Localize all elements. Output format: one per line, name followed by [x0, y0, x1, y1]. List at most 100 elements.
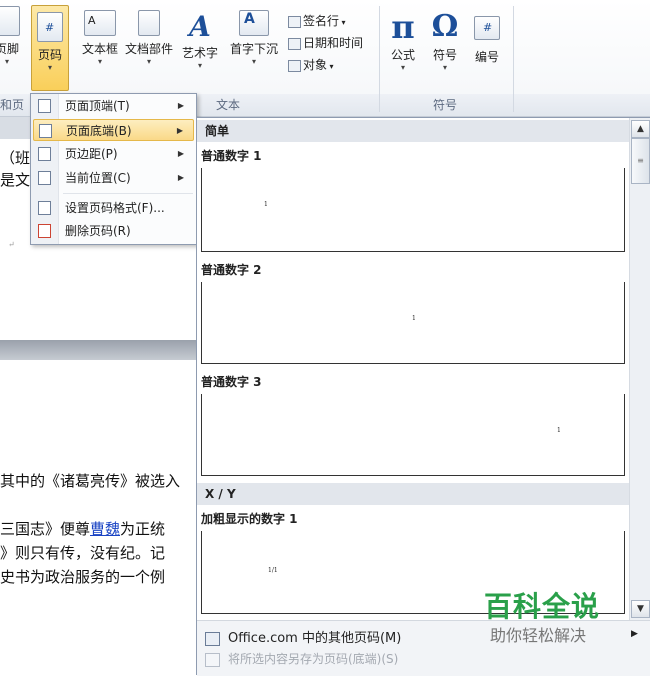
menu-divider: [63, 193, 193, 194]
chevron-down-icon: ▾: [400, 63, 405, 72]
scroll-thumb[interactable]: ≡: [631, 138, 650, 184]
symbol-label: 符号: [432, 48, 457, 62]
page-number-sample: 1/1: [268, 567, 278, 574]
text-box-icon: A: [84, 10, 116, 36]
doc-line: 史书为政治服务的一个例: [0, 568, 166, 586]
page-margin-icon: [38, 147, 51, 161]
current-position-icon: [38, 171, 51, 185]
wordart-icon: A: [189, 10, 211, 43]
page-number-sample: 1: [412, 315, 416, 322]
menu-item-format-page-numbers[interactable]: 设置页码格式(F)...: [33, 197, 194, 219]
remove-page-number-icon: [38, 224, 51, 238]
footer-label: 页脚: [0, 42, 19, 56]
group-label-text: 文本: [216, 98, 241, 112]
wordart-button[interactable]: A 艺术字 ▾: [176, 10, 224, 71]
chevron-down-icon: ▾: [197, 61, 202, 70]
paragraph-mark: ↵: [8, 240, 15, 249]
scroll-up-icon[interactable]: ▲: [631, 120, 650, 138]
group-separator: [379, 6, 380, 112]
gallery-tile-plain-number-2[interactable]: 1: [201, 282, 625, 364]
equation-label: 公式: [390, 48, 415, 62]
pi-icon: π: [391, 8, 415, 46]
chevron-down-icon: ▾: [97, 57, 102, 66]
page-number-sample: 1: [557, 427, 561, 434]
menu-item-remove-page-numbers[interactable]: 删除页码(R): [33, 220, 194, 242]
footer-button[interactable]: 页脚 ▾: [0, 6, 22, 67]
watermark-subtitle: 助你轻松解决: [490, 626, 587, 645]
object-icon: [288, 59, 301, 72]
page-top-icon: [38, 99, 51, 113]
chevron-right-icon: ▶: [631, 629, 638, 639]
page-number-menu: 页面顶端(T) ▶ 页面底端(B) ▶ 页边距(P) ▶ 当前位置(C) ▶ 设…: [30, 93, 197, 245]
drop-cap-label: 首字下沉: [229, 42, 278, 56]
gallery-tile-plain-number-3[interactable]: 1: [201, 394, 625, 476]
gallery-category-simple: 简单: [197, 120, 629, 142]
menu-item-bottom-of-page[interactable]: 页面底端(B) ▶: [33, 119, 194, 141]
object-label: 对象: [303, 58, 328, 72]
tile-name: 普通数字 3: [201, 375, 262, 389]
chevron-down-icon: ▾: [251, 57, 256, 66]
format-page-number-icon: [38, 201, 51, 215]
footer-icon: [0, 6, 20, 36]
tile-name: 普通数字 1: [201, 149, 262, 163]
tile-name: 普通数字 2: [201, 263, 262, 277]
doc-line: 是文: [0, 171, 31, 189]
chevron-right-icon: ▶: [177, 173, 184, 182]
symbol-button[interactable]: Ω 符号 ▾: [428, 10, 462, 73]
menu-item-top-of-page[interactable]: 页面顶端(T) ▶: [33, 95, 194, 117]
doc-line: 》则只有传，没有纪。记: [0, 544, 166, 562]
text-box-button[interactable]: A 文本框 ▾: [79, 10, 121, 67]
signature-line-button[interactable]: 签名行 ▾: [288, 12, 346, 29]
equation-button[interactable]: π 公式 ▾: [386, 10, 420, 73]
doc-line: 其中的《诸葛亮传》被选入: [0, 472, 181, 490]
signature-icon: [288, 15, 301, 28]
chevron-right-icon: ▶: [176, 126, 183, 135]
save-gallery-icon: [205, 652, 220, 667]
page-break: [0, 340, 200, 360]
number-icon: #: [474, 16, 500, 40]
chevron-down-icon: ▾: [47, 63, 52, 72]
number-button[interactable]: # 编号: [470, 16, 504, 65]
number-label: 编号: [474, 50, 499, 64]
office-online-icon: [205, 631, 220, 646]
chevron-right-icon: ▶: [177, 101, 184, 110]
menu-item-current-position[interactable]: 当前位置(C) ▶: [33, 167, 194, 189]
doc-line: 三国志》便尊曹魏为正统: [0, 520, 166, 538]
group-label-symbols: 符号: [433, 98, 458, 112]
signature-line-label: 签名行: [303, 14, 340, 28]
date-time-button[interactable]: 日期和时间: [288, 34, 363, 51]
wordart-label: 艺术字: [181, 46, 218, 60]
quick-parts-icon: [138, 10, 160, 36]
page-number-icon: #: [37, 12, 63, 42]
page-number-label: 页码: [37, 48, 62, 62]
text-box-label: 文本框: [81, 42, 118, 56]
page-number-sample: 1: [264, 201, 268, 208]
quick-parts-label: 文档部件: [124, 42, 173, 56]
menu-item-page-margins[interactable]: 页边距(P) ▶: [33, 143, 194, 165]
quick-parts-button[interactable]: 文档部件 ▾: [124, 10, 174, 67]
tile-name: 加粗显示的数字 1: [201, 512, 298, 526]
chevron-down-icon: ▾: [4, 57, 9, 66]
omega-icon: Ω: [431, 9, 459, 44]
gallery-category-xy: X / Y: [197, 483, 629, 505]
more-page-numbers-online[interactable]: Office.com 中的其他页码(M): [205, 627, 401, 646]
chevron-down-icon: ▾: [146, 57, 151, 66]
gallery-scrollbar[interactable]: ▲ ≡ ▼: [629, 118, 650, 620]
date-time-label: 日期和时间: [303, 36, 364, 50]
drop-cap-button[interactable]: A 首字下沉 ▾: [226, 10, 282, 67]
save-selection-as-page-number: 将所选内容另存为页码(底端)(S): [205, 650, 398, 667]
watermark-title: 百科全说: [484, 590, 601, 623]
group-separator: [513, 6, 514, 112]
page-bottom-icon: [39, 124, 52, 138]
link-cao-wei[interactable]: 曹魏: [90, 520, 120, 538]
doc-line: （班: [0, 149, 31, 167]
chevron-right-icon: ▶: [177, 149, 184, 158]
calendar-icon: [288, 37, 301, 50]
object-button[interactable]: 对象 ▾: [288, 56, 334, 73]
gallery-tile-plain-number-1[interactable]: 1: [201, 168, 625, 252]
chevron-down-icon: ▾: [442, 63, 447, 72]
scroll-down-icon[interactable]: ▼: [631, 600, 650, 618]
drop-cap-icon: A: [239, 10, 269, 36]
group-label-header-footer: 和页: [0, 98, 25, 112]
page-number-button[interactable]: # 页码 ▾: [31, 5, 69, 91]
